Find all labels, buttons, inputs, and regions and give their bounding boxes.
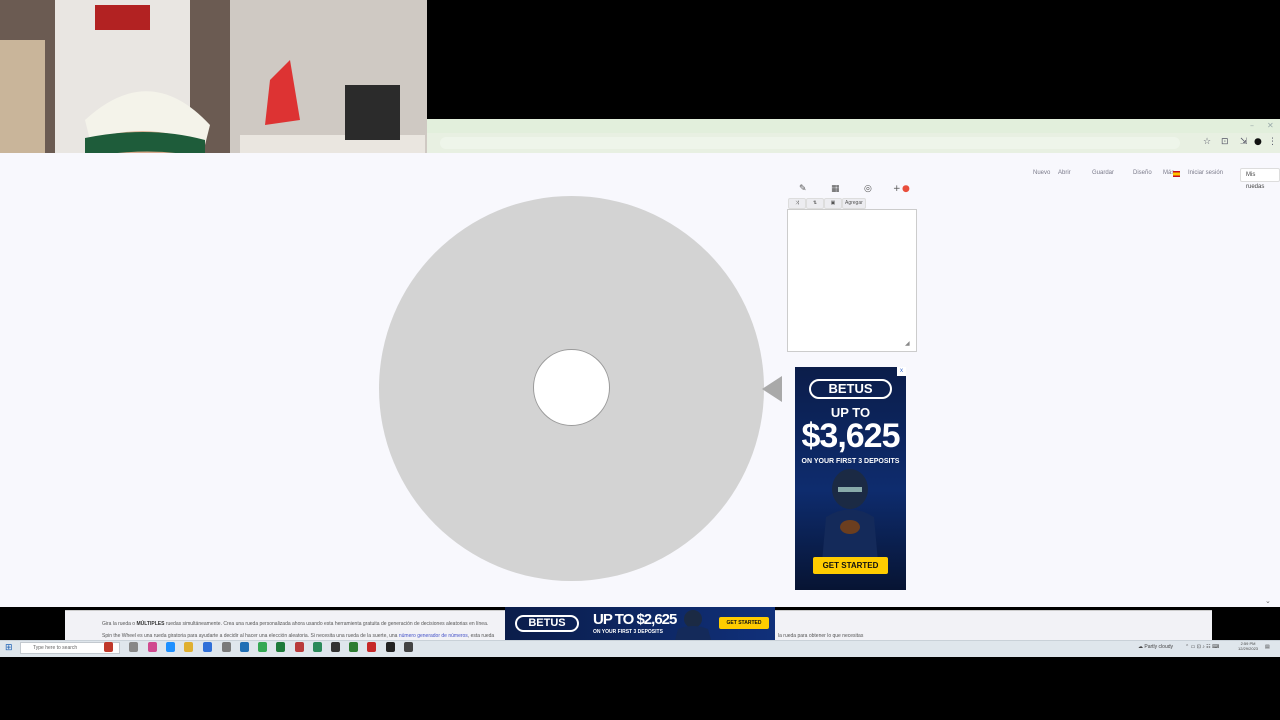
nav-item-guardar[interactable]: Guardar — [1092, 170, 1114, 180]
ad-subtitle: ON YOUR FIRST 3 DEPOSITS — [801, 458, 900, 465]
system-tray-icons[interactable]: ⌃ ▭ ⊡ ♪ ☷ ⌨ — [1185, 644, 1219, 650]
app-icon-10[interactable] — [404, 642, 413, 652]
description-line-1: Gira la rueda o MÚLTIPLES ruedas simultá… — [102, 621, 489, 627]
banner-amount: UP TO $2,625 — [593, 611, 677, 628]
windows-start-icon[interactable]: ⊞ — [5, 643, 13, 653]
notifications-icon[interactable]: ▤ — [1265, 644, 1270, 650]
spain-flag-icon[interactable] — [1173, 171, 1180, 177]
star-icon[interactable]: ☆ — [1203, 137, 1211, 147]
add-image-button[interactable]: Agregar — [842, 198, 866, 209]
browser-titlebar — [427, 119, 1280, 133]
minimize-button[interactable]: – — [1250, 121, 1254, 130]
nav-item-nuevo[interactable]: Nuevo — [1033, 170, 1050, 180]
app-icon-5[interactable] — [313, 642, 322, 652]
shuffle-button[interactable]: ⤨ — [788, 198, 806, 209]
color-wheel-icon[interactable]: ● — [902, 184, 910, 194]
number-generator-link[interactable]: número generador de números — [399, 633, 468, 639]
description-line-2-tail: la rueda para obtener lo que necesitas — [778, 633, 864, 639]
app-icon-6[interactable] — [331, 642, 340, 652]
image-button[interactable]: ▣ — [824, 198, 842, 209]
app-icon-4[interactable] — [295, 642, 304, 652]
ad-get-started-button[interactable]: GET STARTED — [813, 557, 888, 574]
wheel-pointer-icon — [762, 376, 782, 402]
app-icon-9[interactable] — [386, 642, 395, 652]
extension-icon[interactable]: ⇲ — [1240, 137, 1248, 147]
add-icon[interactable]: + — [893, 184, 901, 194]
weather-widget[interactable]: ☁ Partly cloudy — [1138, 644, 1173, 650]
nav-item-account[interactable]: Iniciar sesión — [1188, 170, 1223, 180]
taskbar-clock[interactable]: 2:59 PM 12/29/2023 — [1238, 641, 1258, 651]
banner-player-image — [675, 610, 711, 640]
app-icon-2[interactable] — [148, 642, 157, 652]
gallery-icon[interactable]: ▦ — [831, 184, 840, 194]
eye-icon[interactable]: ◎ — [864, 184, 872, 194]
betus-banner-ad[interactable]: BETUS UP TO $2,625 ON YOUR FIRST 3 DEPOS… — [505, 607, 775, 640]
nav-item-abrir[interactable]: Abrir — [1058, 170, 1071, 180]
profile-icon[interactable]: ● — [1254, 137, 1262, 147]
banner-subtitle: ON YOUR FIRST 3 DEPOSITS — [593, 629, 663, 635]
description-line-2: Spin the Wheel es una rueda giratoria pa… — [102, 633, 495, 639]
file-explorer-icon[interactable] — [184, 642, 193, 652]
close-window-button[interactable]: ✕ — [1267, 121, 1274, 130]
edge-icon[interactable] — [166, 642, 175, 652]
ad-close-button[interactable]: x — [897, 367, 906, 376]
nav-item-diseno[interactable]: Diseño — [1133, 170, 1152, 180]
wheel-center-button[interactable] — [533, 349, 610, 426]
scroll-down-icon[interactable]: ⌄ — [1265, 597, 1271, 605]
menu-icon[interactable]: ⋮ — [1268, 137, 1277, 147]
mail-icon[interactable] — [240, 642, 249, 652]
banner-get-started-button[interactable]: GET STARTED — [719, 617, 769, 629]
app-icon-1[interactable] — [104, 642, 113, 652]
mis-ruedas-button[interactable]: Mis ruedas — [1240, 168, 1280, 190]
betus-ad[interactable]: x BETUS UP TO $3,625 ON YOUR FIRST 3 DEP… — [795, 367, 906, 590]
banner-logo: BETUS — [515, 615, 579, 632]
url-input[interactable] — [440, 137, 1180, 149]
football-player-image — [822, 469, 878, 562]
entries-textarea[interactable] — [787, 209, 917, 352]
excel-icon[interactable] — [276, 642, 285, 652]
app-icon-7[interactable] — [349, 642, 358, 652]
app-icon-8[interactable] — [367, 642, 376, 652]
ad-logo: BETUS — [809, 379, 892, 399]
chrome-icon[interactable] — [258, 642, 267, 652]
reader-icon[interactable]: ⊡ — [1221, 137, 1229, 147]
task-view-icon[interactable] — [129, 642, 138, 652]
store-icon[interactable] — [203, 642, 212, 652]
edit-pencil-icon[interactable]: ✎ — [799, 184, 807, 194]
resize-handle-icon[interactable]: ◢ — [905, 340, 910, 347]
app-icon-3[interactable] — [222, 642, 231, 652]
ad-amount: $3,625 — [801, 417, 901, 455]
sort-button[interactable]: ⇅ — [806, 198, 824, 209]
